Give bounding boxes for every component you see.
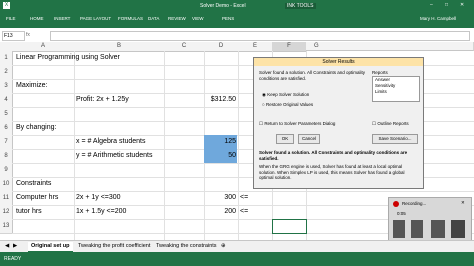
solver-results-dialog: Solver Results Solver found a solution. … — [253, 57, 424, 189]
cell-a6[interactable]: By changing: — [16, 121, 56, 135]
cell-d8[interactable]: 50 — [204, 149, 237, 163]
recording-time: 0:05 — [397, 211, 406, 216]
ribbon: FILE HOME INSERT PAGE LAYOUT FORMULAS DA… — [0, 12, 474, 28]
row-header-8[interactable]: 8 — [0, 149, 13, 164]
tab-page-layout[interactable]: PAGE LAYOUT — [80, 16, 111, 21]
return-to-solver-label: Return to Solver Parameters Dialog — [264, 121, 336, 126]
minimize-icon[interactable]: – — [430, 2, 433, 8]
recording-label: Recording... — [402, 201, 427, 206]
cell-d12[interactable]: 200 — [204, 205, 236, 219]
reports-list[interactable]: Answer Sensitivity Limits — [372, 76, 420, 102]
save-scenario-button[interactable]: Save Scenario... — [372, 134, 418, 144]
cell-a1[interactable]: Linear Programming using Solver — [16, 51, 120, 65]
recording-widget: Recording... ✕ 0:05 — [388, 197, 472, 245]
row-header-11[interactable]: 11 — [0, 191, 13, 206]
column-header-f[interactable]: F — [272, 42, 307, 52]
result-detail-text: When the GRG engine is used, Solver has … — [259, 164, 405, 180]
status-mode: READY — [4, 256, 22, 262]
cell-e12[interactable]: <= — [240, 205, 248, 219]
tab-view[interactable]: VIEW — [192, 16, 204, 21]
close-icon[interactable]: ✕ — [460, 2, 464, 8]
sheet-tab-profit[interactable]: Tweaking the profit coefficient — [75, 242, 153, 251]
record-icon — [393, 201, 399, 207]
column-header-c[interactable]: C — [164, 42, 205, 52]
column-header-g[interactable]: G — [306, 42, 474, 51]
cell-d4[interactable]: $312.50 — [204, 93, 236, 107]
keep-solution-radio[interactable]: ◉ Keep Solver Solution — [262, 92, 309, 98]
radio-icon: ○ — [262, 102, 265, 107]
return-to-solver-checkbox[interactable]: ☐ Return to Solver Parameters Dialog — [259, 121, 335, 127]
row-header-1[interactable]: 1 — [0, 51, 13, 66]
cell-b12[interactable]: 1x + 1.5y <=200 — [76, 205, 126, 219]
outline-reports-checkbox[interactable]: ☐ Outline Reports — [372, 121, 409, 127]
cell-b11[interactable]: 2x + 1y <=300 — [76, 191, 121, 205]
sheet-tab-constraints[interactable]: Tweaking the constraints — [153, 242, 220, 251]
window-title: Solver Demo - Excel — [200, 3, 246, 9]
tab-scroll-right-icon[interactable]: ▶ — [10, 242, 20, 251]
tab-home[interactable]: HOME — [30, 16, 44, 21]
cell-a12[interactable]: tutor hrs — [16, 205, 42, 219]
tab-data[interactable]: DATA — [148, 16, 159, 21]
name-box[interactable]: F13 — [2, 31, 25, 41]
dialog-message: Solver found a solution. All Constraints… — [259, 70, 366, 81]
stop-icon[interactable] — [451, 220, 465, 238]
result-bold-text: Solver found a solution. All Constraints… — [259, 150, 408, 161]
row-header-2[interactable]: 2 — [0, 65, 13, 80]
cell-a3[interactable]: Maximize: — [16, 79, 48, 93]
keep-solution-label: Keep Solver Solution — [267, 92, 310, 97]
row-header-3[interactable]: 3 — [0, 79, 13, 94]
tab-formulas[interactable]: FORMULAS — [118, 16, 143, 21]
cell-b8[interactable]: y = # Arithmetic students — [76, 149, 152, 163]
checkbox-icon: ☐ — [259, 121, 264, 126]
cell-b4[interactable]: Profit: 2x + 1.25y — [76, 93, 129, 107]
webcam-icon[interactable] — [431, 220, 445, 238]
radio-selected-icon: ◉ — [262, 92, 266, 97]
ribbon-divider — [0, 28, 474, 30]
cancel-button[interactable]: Cancel — [298, 134, 320, 144]
column-header-d[interactable]: D — [204, 42, 239, 52]
cell-a11[interactable]: Computer hrs — [16, 191, 58, 205]
tab-review[interactable]: REVIEW — [168, 16, 186, 21]
column-header-e[interactable]: E — [238, 42, 273, 52]
row-header-5[interactable]: 5 — [0, 107, 13, 122]
ok-button[interactable]: OK — [276, 134, 294, 144]
row-header-10[interactable]: 10 — [0, 177, 13, 192]
fx-icon[interactable]: fx — [26, 31, 46, 39]
cell-d11[interactable]: 300 — [204, 191, 236, 205]
checkbox-icon: ☐ — [372, 121, 377, 126]
row-header-4[interactable]: 4 — [0, 93, 13, 108]
active-cell-f13[interactable] — [272, 219, 307, 234]
status-bar: READY — [0, 252, 474, 266]
report-limits[interactable]: Limits — [373, 89, 419, 95]
user-name[interactable]: Mary H. Campbell — [420, 16, 456, 21]
restore-values-label: Restore Original Values — [265, 102, 314, 107]
add-sheet-icon[interactable]: ⊕ — [218, 242, 229, 251]
maximize-icon[interactable]: □ — [445, 2, 448, 8]
pen-tool-icon[interactable] — [393, 220, 405, 238]
tab-insert[interactable]: INSERT — [54, 16, 70, 21]
row-header-6[interactable]: 6 — [0, 121, 13, 136]
outline-reports-label: Outline Reports — [377, 121, 409, 126]
reports-label: Reports — [372, 70, 388, 75]
row-header-12[interactable]: 12 — [0, 205, 13, 220]
row-header-7[interactable]: 7 — [0, 135, 13, 150]
tab-file[interactable]: FILE — [6, 16, 16, 21]
row-header-9[interactable]: 9 — [0, 163, 13, 178]
cell-a10[interactable]: Constraints — [16, 177, 51, 191]
dialog-title: Solver Results — [254, 58, 423, 66]
formula-input[interactable] — [50, 31, 470, 41]
title-bar: X Solver Demo - Excel INK TOOLS – □ ✕ — [0, 0, 474, 12]
restore-values-radio[interactable]: ○ Restore Original Values — [262, 102, 313, 107]
excel-icon[interactable]: X — [3, 2, 10, 9]
pause-icon[interactable] — [411, 220, 423, 238]
cell-b7[interactable]: x = # Algebra students — [76, 135, 145, 149]
tab-pens[interactable]: PENS — [222, 16, 234, 21]
row-header-13[interactable]: 13 — [0, 219, 13, 234]
ribbon-context-label: INK TOOLS — [285, 3, 316, 9]
cell-e11[interactable]: <= — [240, 191, 248, 205]
close-icon[interactable]: ✕ — [461, 200, 465, 206]
cell-d7[interactable]: 125 — [204, 135, 237, 149]
